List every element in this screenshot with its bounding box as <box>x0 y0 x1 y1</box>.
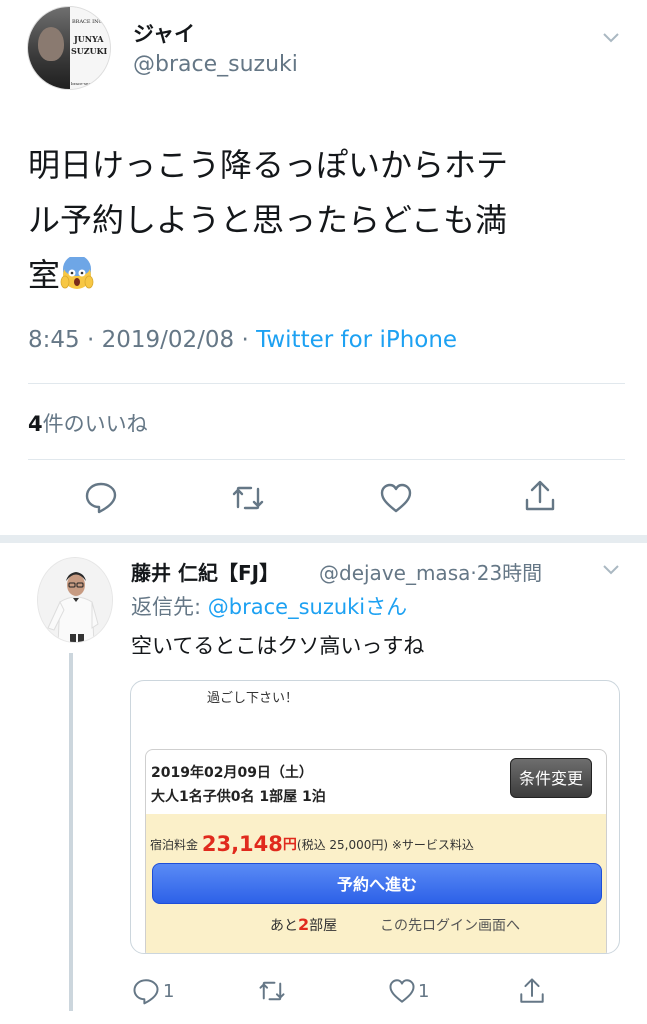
reply-handle: @dejave_masa <box>319 561 471 585</box>
tweet-text-line-last: 室 <box>28 248 628 303</box>
price-yen: 円 <box>282 837 297 853</box>
divider <box>28 383 625 384</box>
reply-text: 空いてるとこはクソ高いっすね <box>131 634 425 658</box>
price-line: 宿泊料金 23,148円(税込 25,000円) ※サービス料込 <box>150 832 474 856</box>
share-button[interactable] <box>523 479 557 513</box>
reply-reply-button[interactable]: 1 <box>132 976 174 1006</box>
price-tax-note: (税込 25,000円) ※サービス料込 <box>296 838 474 852</box>
like-count: 1 <box>418 980 430 1002</box>
reply-time: 23時間 <box>476 561 543 585</box>
share-icon <box>520 978 544 1003</box>
like-button[interactable] <box>379 481 413 515</box>
screenshot-header-text: 過ごし下さい！ <box>207 691 299 706</box>
tweet-time: 8:45 <box>28 327 80 353</box>
reply-like-button[interactable]: 1 <box>388 976 429 1006</box>
avatar-last-name: SUZUKI <box>71 46 108 56</box>
login-note: この先ログイン画面へ <box>380 918 520 934</box>
tweet-text: 明日けっこう降るっぽいからホテ ル予約しようと思ったらどこも満 室 <box>28 138 628 303</box>
tweet-date: 2019/02/08 <box>101 327 235 353</box>
retweet-button[interactable] <box>231 481 265 515</box>
avatar-brand-text: BRACE INC. <box>72 19 104 25</box>
rooms-left: あと2部屋 <box>270 915 338 934</box>
author-handle[interactable]: @brace_suzuki <box>133 52 298 77</box>
price-panel: 宿泊料金 23,148円(税込 25,000円) ※サービス料込 予約へ進む あ… <box>146 814 606 953</box>
share-icon <box>525 480 555 511</box>
attached-screenshot[interactable]: 過ごし下さい！ 2019年02月09日（土） 大人1名子供0名 1部屋 1泊 条… <box>130 680 620 954</box>
booking-card: 2019年02月09日（土） 大人1名子供0名 1部屋 1泊 条件変更 宿泊料金… <box>145 749 607 953</box>
replying-to: 返信先: @brace_suzukiさん <box>131 591 407 621</box>
reply-button[interactable] <box>84 480 118 514</box>
reply-display-name[interactable]: 藤井 仁紀【FJ】 <box>131 557 279 586</box>
divider <box>28 459 625 460</box>
chevron-down-icon[interactable] <box>603 565 619 575</box>
tweet-text-line: 明日けっこう降るっぽいからホテ <box>28 146 509 184</box>
author-avatar[interactable]: BRACE INC. JUNYA SUZUKI brace-suzuki.com <box>27 6 111 90</box>
reply-count: 1 <box>163 980 175 1002</box>
tweet-meta: 8:45 · 2019/02/08 · Twitter for iPhone <box>28 327 457 353</box>
avatar-first-name: JUNYA <box>74 34 104 44</box>
meta-separator: · <box>86 327 95 353</box>
reply-icon <box>85 482 117 514</box>
thread-separator <box>0 535 647 543</box>
likes-label: 件のいいね <box>42 412 148 436</box>
replying-prefix: 返信先: <box>131 595 202 619</box>
likes-count: 4 <box>28 412 43 436</box>
reply-handle-and-time[interactable]: @dejave_masa·23時間 <box>319 557 542 586</box>
avatar-photo <box>38 558 112 642</box>
chevron-down-icon[interactable] <box>603 33 619 43</box>
reply-author-avatar[interactable] <box>37 557 113 643</box>
reply-share-button[interactable] <box>518 976 546 1006</box>
thread-line <box>69 653 73 1011</box>
meta-separator: · <box>241 327 249 353</box>
replying-mention-link[interactable]: @brace_suzukiさん <box>208 595 407 619</box>
reply-retweet-button[interactable] <box>258 976 286 1006</box>
avatar-face <box>38 27 64 61</box>
booking-guests: 大人1名子供0名 1部屋 1泊 <box>151 789 326 805</box>
avatar-business-card: BRACE INC. JUNYA SUZUKI brace-suzuki.com <box>70 7 110 89</box>
proceed-to-book-button: 予約へ進む <box>152 863 602 904</box>
tweet-source-link[interactable]: Twitter for iPhone <box>256 327 457 353</box>
avatar-url-text: brace-suzuki.com <box>71 81 107 86</box>
rooms-left-count: 2 <box>298 915 310 934</box>
change-conditions-button: 条件変更 <box>510 758 592 798</box>
retweet-icon <box>259 981 285 1001</box>
reply-icon <box>133 979 159 1005</box>
booking-date: 2019年02月09日（土） <box>151 765 313 781</box>
retweet-icon <box>232 486 264 510</box>
likes-count-link[interactable]: 4件のいいね <box>28 408 148 438</box>
author-display-name[interactable]: ジャイ <box>133 18 195 48</box>
screaming-face-emoji <box>60 257 94 289</box>
main-tweet: BRACE INC. JUNYA SUZUKI brace-suzuki.com… <box>0 0 647 535</box>
reply-tweet[interactable]: 藤井 仁紀【FJ】 @dejave_masa·23時間 返信先: @brace_… <box>0 543 647 1024</box>
like-icon <box>380 483 412 513</box>
like-icon <box>389 979 415 1003</box>
tweet-text-line: ル予約しようと思ったらどこも満 <box>28 201 508 239</box>
price-label: 宿泊料金 <box>150 838 199 852</box>
price-value: 23,148 <box>201 832 283 856</box>
